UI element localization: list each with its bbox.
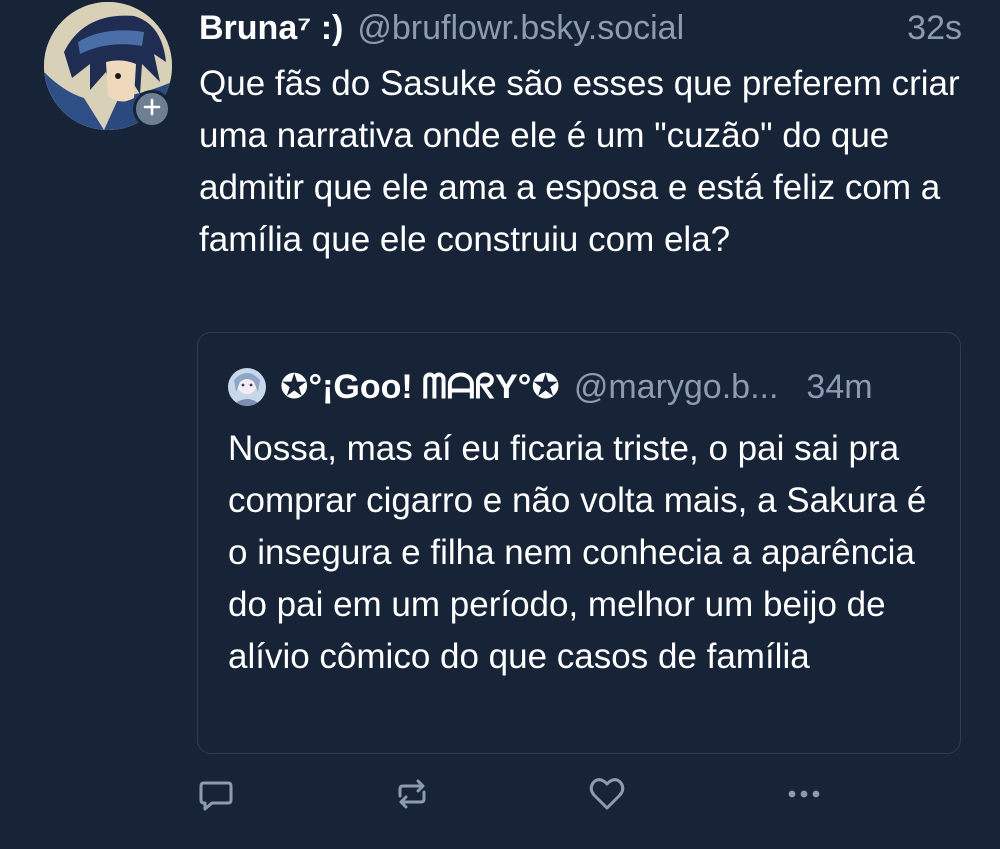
post-text: Que fãs do Sasuke são esses que preferem… — [199, 64, 960, 259]
reply-button[interactable] — [196, 776, 236, 816]
quoted-author-avatar[interactable] — [228, 368, 266, 406]
more-icon — [784, 774, 824, 819]
author-avatar-container[interactable] — [44, 2, 172, 130]
like-button[interactable] — [587, 776, 627, 816]
follow-button[interactable] — [133, 90, 171, 128]
quoted-author-handle[interactable]: @marygo.b... — [574, 368, 779, 407]
quoted-author-display-name[interactable]: ✪°¡Goo! ᗰᗩᖇY°✪ — [280, 367, 560, 407]
plus-icon — [142, 97, 162, 122]
post-actions — [196, 776, 846, 820]
author-handle[interactable]: @bruflowr.bsky.social — [357, 9, 895, 48]
post[interactable]: Bruna⁷ :) @bruflowr.bsky.social 32s Que … — [0, 0, 1000, 849]
reply-icon — [196, 774, 236, 819]
post-timestamp[interactable]: 32s — [907, 9, 962, 48]
author-display-name[interactable]: Bruna⁷ :) — [199, 9, 343, 48]
repost-button[interactable] — [392, 776, 432, 816]
more-options-button[interactable] — [784, 776, 824, 816]
repost-icon — [392, 774, 432, 819]
quoted-post-text: Nossa, mas aí eu ficaria triste, o pai s… — [228, 429, 927, 676]
quoted-post-timestamp[interactable]: 34m — [806, 368, 872, 407]
post-header: Bruna⁷ :) @bruflowr.bsky.social 32s — [199, 6, 962, 50]
heart-icon — [587, 774, 627, 819]
quoted-post-header: ✪°¡Goo! ᗰᗩᖇY°✪ @marygo.b... 34m — [228, 365, 930, 409]
quoted-post[interactable]: ✪°¡Goo! ᗰᗩᖇY°✪ @marygo.b... 34m Nossa, m… — [197, 332, 961, 754]
